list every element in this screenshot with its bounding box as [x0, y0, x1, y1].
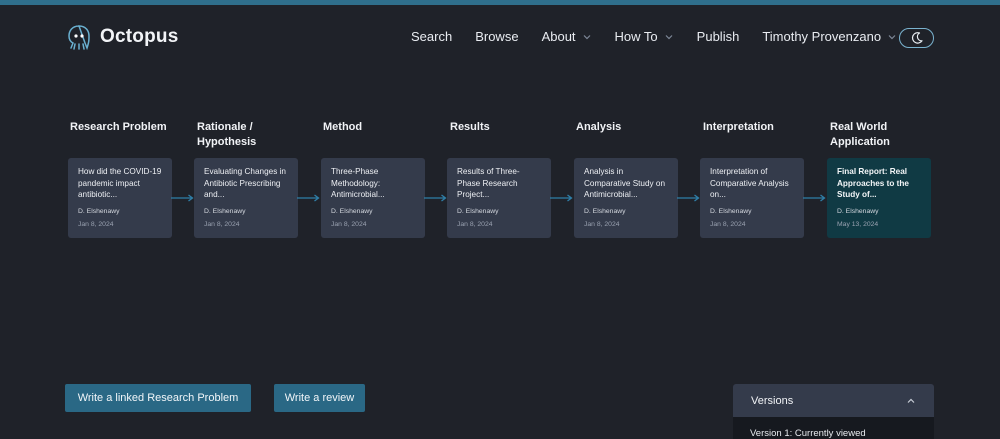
publication-card-method[interactable]: Three-Phase Methodology: Antimicrobial..… [321, 158, 425, 238]
publication-card-interpretation[interactable]: Interpretation of Comparative Analysis o… [700, 158, 804, 238]
nav-about-label: About [541, 29, 576, 44]
nav-search[interactable]: Search [411, 29, 452, 44]
card-author: D. Elshenawy [78, 208, 120, 215]
chain-arrow-icon [297, 194, 320, 202]
card-date: Jan 8, 2024 [710, 221, 746, 228]
publication-card-research-problem[interactable]: How did the COVID-19 pandemic impact ant… [68, 158, 172, 238]
publication-card-results[interactable]: Results of Three-Phase Research Project.… [447, 158, 551, 238]
write-review-button[interactable]: Write a review [274, 384, 365, 412]
write-linked-research-problem-button[interactable]: Write a linked Research Problem [65, 384, 251, 412]
nav-how-to-label: How To [614, 29, 658, 44]
card-title: Three-Phase Methodology: Antimicrobial..… [331, 167, 385, 200]
card-author: D. Elshenawy [710, 208, 752, 215]
publication-card-hypothesis[interactable]: Evaluating Changes in Antibiotic Prescri… [194, 158, 298, 238]
chevron-down-icon [665, 34, 673, 39]
chain-arrow-icon [803, 194, 826, 202]
nav-how-to[interactable]: How To [615, 29, 674, 44]
stage-title-research-problem: Research Problem [70, 121, 167, 133]
nav-user-name: Timothy Provenzano [762, 29, 882, 44]
theme-toggle[interactable] [899, 28, 934, 48]
card-author: D. Elshenawy [331, 208, 373, 215]
brand-name: Octopus [100, 26, 179, 47]
nav-user-menu[interactable]: Timothy Provenzano [762, 29, 897, 44]
nav-browse-label: Browse [475, 29, 519, 44]
main-nav: Search Browse About How To Publish Timot… [411, 29, 920, 44]
card-date: Jan 8, 2024 [204, 221, 240, 228]
publication-chain: Research Problem Rationale / Hypothesis … [68, 120, 948, 250]
versions-title: Versions [751, 394, 794, 407]
card-author: D. Elshenawy [837, 208, 879, 215]
stage-title-analysis: Analysis [576, 121, 622, 133]
publication-card-real-world-application[interactable]: Final Report: Real Approaches to the Stu… [827, 158, 931, 238]
card-author: D. Elshenawy [457, 208, 499, 215]
chevron-down-icon [583, 34, 590, 39]
card-date: Jan 8, 2024 [78, 221, 114, 228]
card-title: Results of Three-Phase Research Project.… [457, 167, 520, 200]
chain-arrow-icon [171, 194, 194, 202]
card-date: Jan 8, 2024 [331, 221, 367, 228]
chevron-down-icon [888, 34, 896, 39]
stage-title-interpretation: Interpretation [703, 121, 774, 133]
stage-title-method: Method [323, 121, 363, 133]
card-title: Final Report: Real Approaches to the Stu… [837, 167, 909, 200]
card-date: May 13, 2024 [837, 221, 879, 228]
version-list: Version 1: Currently viewed [733, 417, 934, 439]
chain-arrow-icon [677, 194, 700, 202]
nav-about[interactable]: About [542, 29, 592, 44]
site-header: Octopus Search Browse About How To Publi… [0, 5, 1000, 71]
card-author: D. Elshenawy [584, 208, 626, 215]
nav-publish[interactable]: Publish [697, 29, 740, 44]
brand-logo[interactable]: Octopus [64, 23, 178, 51]
chevron-up-icon [907, 398, 915, 403]
card-date: Jan 8, 2024 [584, 221, 620, 228]
card-author: D. Elshenawy [204, 208, 246, 215]
publication-card-analysis[interactable]: Analysis in Comparative Study on Antimic… [574, 158, 678, 238]
stage-title-real-world-application: Real World Application [830, 121, 890, 148]
nav-browse[interactable]: Browse [475, 29, 518, 44]
versions-header[interactable]: Versions [733, 384, 934, 417]
stage-title-results: Results [450, 121, 490, 133]
chain-arrow-icon [424, 194, 447, 202]
nav-publish-label: Publish [696, 29, 740, 44]
chain-arrow-icon [550, 194, 573, 202]
moon-icon [911, 32, 923, 44]
stage-title-hypothesis: Rationale / Hypothesis [197, 121, 257, 148]
card-date: Jan 8, 2024 [457, 221, 493, 228]
octopus-logo-icon [68, 25, 90, 51]
nav-search-label: Search [411, 29, 453, 44]
card-title: Evaluating Changes in Antibiotic Prescri… [204, 167, 286, 200]
card-title: How did the COVID-19 pandemic impact ant… [78, 167, 162, 200]
versions-panel: Versions Version 1: Currently viewed [733, 384, 934, 439]
card-title: Interpretation of Comparative Analysis o… [710, 167, 789, 200]
version-item-current[interactable]: Version 1: Currently viewed [750, 428, 866, 439]
card-title: Analysis in Comparative Study on Antimic… [584, 167, 666, 200]
